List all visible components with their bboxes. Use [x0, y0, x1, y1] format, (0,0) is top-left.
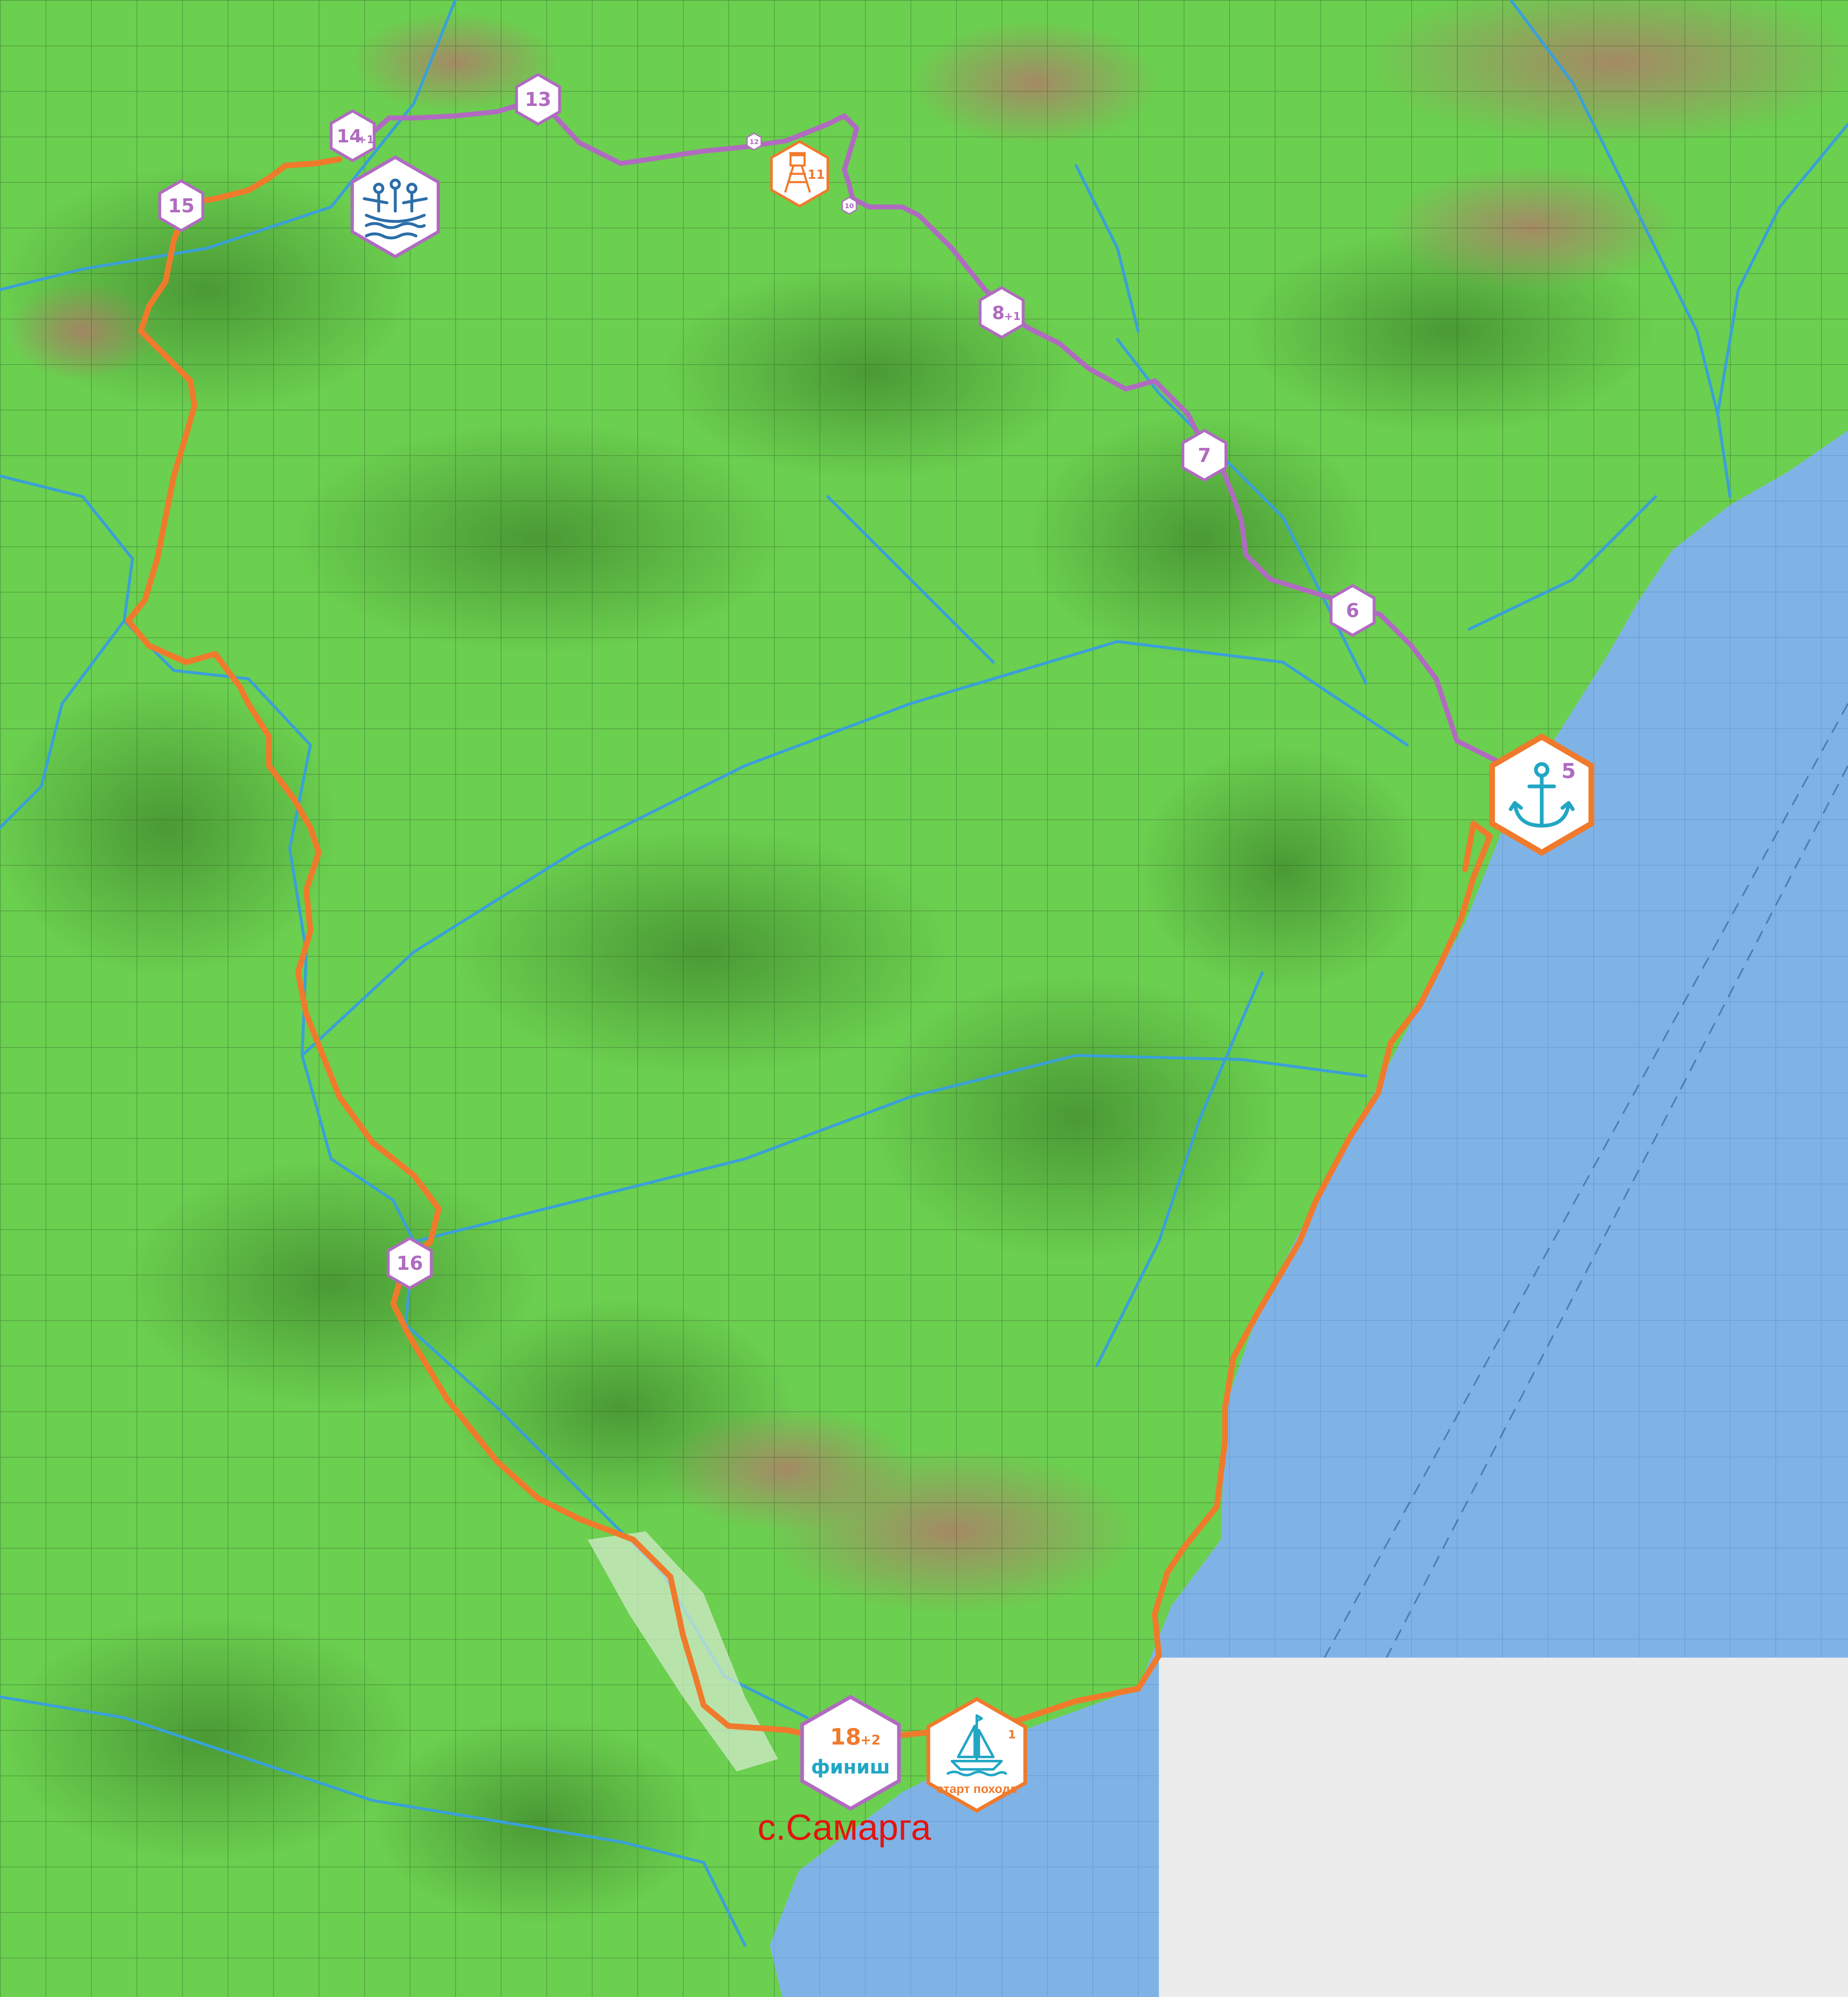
waypoint-number: 12: [750, 138, 759, 146]
waypoint-number: 18: [830, 1724, 861, 1750]
waypoint-15[interactable]: 15: [158, 179, 204, 233]
waypoint-extra-days: +1: [1004, 310, 1021, 323]
waypoint-number: 1: [1008, 1728, 1016, 1741]
waypoint-10[interactable]: 10: [841, 197, 857, 215]
waypoint-number: 7: [1198, 444, 1211, 466]
village-label: с.Самарга: [757, 1807, 931, 1848]
waypoint-12[interactable]: 12: [746, 132, 762, 151]
topographic-map: 15 14 +1 13 12 10 11 8 +1 7 6 5 16 18 +2…: [0, 0, 1848, 1997]
waypoint-number: 15: [168, 195, 195, 217]
waypoint-5[interactable]: 5: [1489, 733, 1594, 856]
waypoint-number: 8: [992, 303, 1005, 324]
waypoint-14[interactable]: 14 +1: [329, 109, 376, 163]
waypoint-extra-days: +2: [860, 1732, 880, 1748]
waypoint-8[interactable]: 8 +1: [978, 286, 1025, 339]
waypoint-extra-days: +1: [358, 134, 374, 146]
waypoint-number: 13: [525, 88, 551, 111]
start-label: старт похода: [937, 1782, 1017, 1796]
waypoint-number: 16: [397, 1252, 423, 1274]
waypoint-number: 10: [845, 202, 854, 210]
waypoint-6[interactable]: 6: [1329, 584, 1376, 637]
finish-label: финиш: [811, 1756, 890, 1778]
waypoint-13[interactable]: 13: [515, 72, 561, 126]
waypoint-number: 11: [807, 168, 825, 182]
waypoint-16[interactable]: 16: [387, 1236, 433, 1290]
waypoint-number: 5: [1562, 759, 1576, 783]
waypoint-number: 6: [1346, 599, 1359, 622]
waypoint-7[interactable]: 7: [1181, 428, 1228, 482]
